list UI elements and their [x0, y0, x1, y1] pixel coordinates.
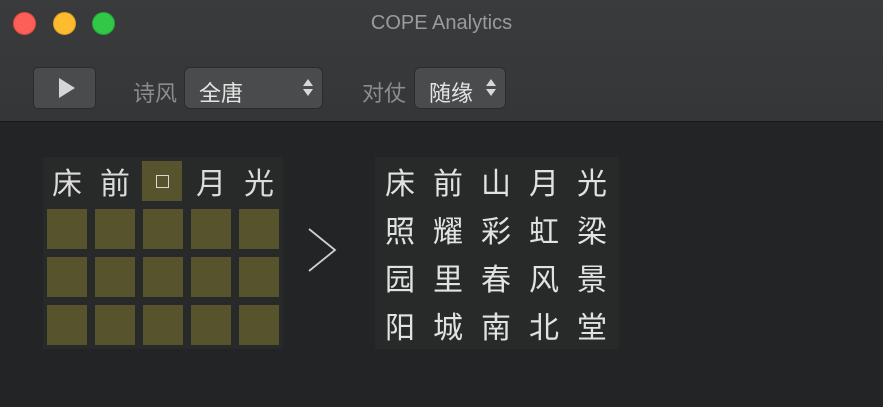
blank-input-cell[interactable] [95, 209, 135, 249]
duizhang-select[interactable]: 随缘 [414, 67, 506, 109]
output-char: 床 [385, 167, 415, 202]
blank-input-cell[interactable] [191, 305, 231, 345]
blank-input-cell[interactable] [47, 209, 87, 249]
app-window: COPE Analytics 诗风 全唐 对仗 随缘 床 前 月 光 床 前 山… [0, 0, 883, 407]
output-char: 景 [577, 263, 607, 298]
duizhang-label: 对仗 [362, 82, 407, 107]
output-char: 南 [481, 311, 511, 346]
blank-input-cell[interactable] [143, 257, 183, 297]
play-icon [58, 78, 75, 98]
input-grid: 床 前 月 光 [43, 157, 283, 349]
output-char: 虹 [529, 215, 559, 250]
output-grid: 床 前 山 月 光 照 耀 彩 虹 梁 园 里 春 风 景 阳 城 南 北 堂 [375, 157, 619, 349]
chevron-right-icon [308, 228, 337, 272]
output-char: 前 [433, 167, 463, 202]
input-char-cell[interactable]: 床 [43, 157, 91, 205]
output-char: 耀 [433, 215, 463, 250]
cursor-box-icon [155, 174, 169, 188]
blank-input-cell[interactable] [95, 305, 135, 345]
output-char: 山 [481, 167, 511, 202]
output-char: 里 [433, 263, 463, 298]
input-char-cell[interactable]: 前 [91, 157, 139, 205]
style-select-value: 全唐 [199, 82, 244, 107]
blank-input-cell[interactable] [239, 305, 279, 345]
blank-input-cell[interactable] [95, 257, 135, 297]
select-arrows-icon [486, 79, 496, 96]
output-char: 北 [529, 311, 559, 346]
output-char: 园 [385, 263, 415, 298]
window-title: COPE Analytics [370, 12, 513, 34]
output-char: 光 [577, 167, 607, 202]
output-char: 风 [529, 263, 559, 298]
output-char: 春 [481, 263, 511, 298]
input-char-cell[interactable]: 月 [187, 157, 235, 205]
output-char: 堂 [577, 311, 607, 346]
output-char: 城 [433, 311, 463, 346]
blank-input-cell[interactable] [191, 209, 231, 249]
output-char: 彩 [481, 215, 511, 250]
select-arrows-icon [303, 79, 313, 96]
blank-input-cell[interactable] [143, 305, 183, 345]
duizhang-select-value: 随缘 [429, 82, 474, 107]
titlebar-toolbar: COPE Analytics 诗风 全唐 对仗 随缘 [0, 0, 883, 122]
blank-input-cell[interactable] [143, 209, 183, 249]
style-select[interactable]: 全唐 [184, 67, 323, 109]
blank-input-cell[interactable] [191, 257, 231, 297]
blank-input-cell[interactable] [239, 209, 279, 249]
input-char-cell[interactable]: 光 [235, 157, 283, 205]
output-char: 照 [385, 215, 415, 250]
blank-input-cell[interactable] [47, 305, 87, 345]
output-char: 月 [529, 167, 559, 202]
output-char: 梁 [577, 215, 607, 250]
output-char: 阳 [385, 311, 415, 346]
blank-input-cell[interactable] [47, 257, 87, 297]
blank-input-cell[interactable] [239, 257, 279, 297]
play-button[interactable] [33, 67, 96, 109]
active-input-cell[interactable] [142, 161, 182, 201]
style-label: 诗风 [133, 82, 178, 107]
